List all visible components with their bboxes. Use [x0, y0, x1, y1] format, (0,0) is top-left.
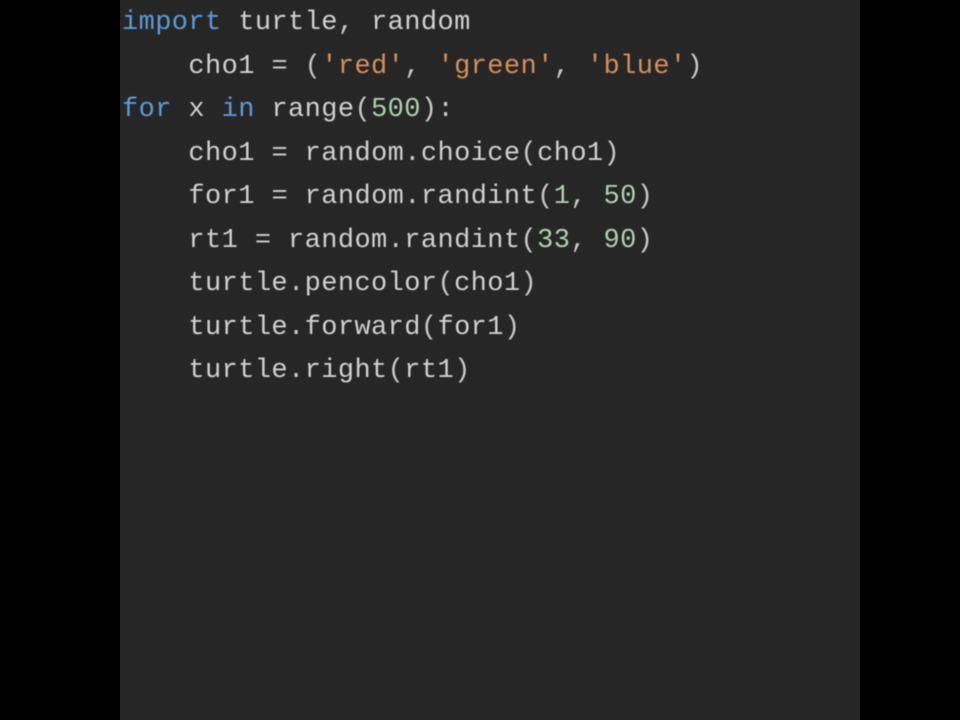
code-token: 'blue'	[587, 52, 687, 82]
code-token: )	[637, 182, 654, 212]
code-token: )	[637, 226, 654, 256]
code-content: import turtle, random cho1 = ('red', 'gr…	[122, 2, 860, 394]
code-token: 50	[604, 182, 637, 212]
code-token: choice	[421, 139, 521, 169]
code-token: random	[305, 139, 405, 169]
code-token: ,	[554, 52, 587, 82]
code-token: (	[421, 313, 438, 343]
code-token: ,	[570, 182, 603, 212]
code-line: turtle.pencolor(cho1)	[122, 263, 860, 307]
code-token: turtle	[122, 313, 288, 343]
code-token: ):	[421, 95, 454, 125]
code-token: (	[437, 269, 454, 299]
code-token: )	[604, 139, 621, 169]
code-token: x	[172, 95, 222, 125]
code-line: turtle.right(rt1)	[122, 350, 860, 394]
code-token: turtle	[122, 269, 288, 299]
code-token: )	[687, 52, 704, 82]
code-line: for1 = random.randint(1, 50)	[122, 176, 860, 220]
code-token: cho1	[537, 139, 603, 169]
code-token: for1	[437, 313, 503, 343]
code-token: random	[288, 226, 388, 256]
code-token: random	[305, 182, 405, 212]
code-token: ,	[338, 8, 371, 38]
code-token: cho1	[122, 52, 271, 82]
code-token: =	[255, 226, 288, 256]
code-token: =	[271, 139, 304, 169]
code-token: )	[521, 269, 538, 299]
code-token: in	[222, 95, 255, 125]
code-token: 'green'	[437, 52, 553, 82]
code-token: for	[122, 95, 172, 125]
code-token: (	[521, 139, 538, 169]
code-line: cho1 = ('red', 'green', 'blue')	[122, 46, 860, 90]
code-token: ,	[404, 52, 437, 82]
code-token: (	[354, 95, 371, 125]
code-line: for x in range(500):	[122, 89, 860, 133]
code-token: = (	[271, 52, 321, 82]
code-token: .	[288, 313, 305, 343]
code-token: .	[288, 356, 305, 386]
code-token: )	[504, 313, 521, 343]
code-token: )	[454, 356, 471, 386]
code-token: .	[404, 139, 421, 169]
code-token: .	[388, 226, 405, 256]
code-token: range	[255, 95, 355, 125]
code-token: 'red'	[321, 52, 404, 82]
code-line: turtle.forward(for1)	[122, 307, 860, 351]
code-token: 90	[604, 226, 637, 256]
code-token: cho1	[454, 269, 520, 299]
code-token: turtle	[222, 8, 338, 38]
code-token: 500	[371, 95, 421, 125]
code-token: right	[305, 356, 388, 386]
code-token: random	[371, 8, 471, 38]
code-token: import	[122, 8, 222, 38]
code-token: .	[288, 269, 305, 299]
code-token: pencolor	[305, 269, 438, 299]
code-token: .	[404, 182, 421, 212]
code-token: 1	[554, 182, 571, 212]
code-token: forward	[305, 313, 421, 343]
code-token: randint	[404, 226, 520, 256]
code-token: (	[521, 226, 538, 256]
code-token: (	[537, 182, 554, 212]
code-token: rt1	[404, 356, 454, 386]
code-token: (	[388, 356, 405, 386]
code-token: for1	[122, 182, 271, 212]
code-token: 33	[537, 226, 570, 256]
code-token: rt1	[122, 226, 255, 256]
code-token: =	[271, 182, 304, 212]
code-token: randint	[421, 182, 537, 212]
code-token: turtle	[122, 356, 288, 386]
code-editor[interactable]: import turtle, random cho1 = ('red', 'gr…	[120, 0, 860, 720]
code-line: cho1 = random.choice(cho1)	[122, 133, 860, 177]
code-line: import turtle, random	[122, 2, 860, 46]
code-line: rt1 = random.randint(33, 90)	[122, 220, 860, 264]
code-token: ,	[570, 226, 603, 256]
code-token: cho1	[122, 139, 271, 169]
